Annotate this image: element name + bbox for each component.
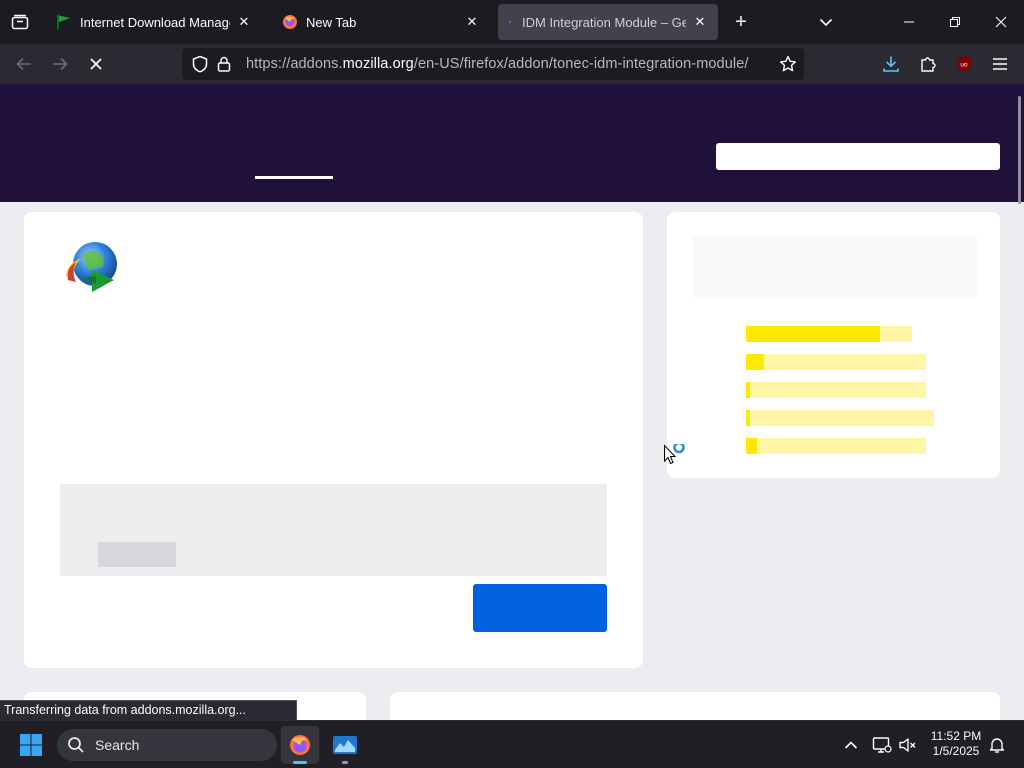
list-all-tabs-button[interactable] bbox=[812, 8, 840, 36]
rating-bar-fill bbox=[746, 438, 757, 454]
bell-icon bbox=[989, 738, 1005, 753]
extensions-button[interactable] bbox=[914, 50, 942, 78]
loading-dot-icon bbox=[508, 20, 512, 24]
clock-date: 1/5/2025 bbox=[932, 744, 980, 758]
idm-flag-icon bbox=[57, 15, 70, 29]
restore-icon bbox=[950, 17, 960, 27]
ublock-shield-icon: uo bbox=[957, 56, 971, 72]
taskbar-firefox[interactable] bbox=[281, 726, 319, 764]
minimize-icon bbox=[904, 21, 914, 23]
forward-button[interactable] bbox=[46, 50, 74, 78]
rating-summary-placeholder bbox=[693, 236, 977, 298]
puzzle-icon bbox=[921, 57, 936, 72]
idm-app-icon bbox=[333, 736, 357, 754]
description-placeholder bbox=[60, 484, 607, 576]
close-icon bbox=[995, 16, 1007, 28]
svg-text:uo: uo bbox=[960, 62, 968, 69]
new-tab-button[interactable]: + bbox=[728, 8, 754, 36]
url-path: /en-US/firefox/addon/tonec-idm-integrati… bbox=[413, 56, 749, 72]
minimize-button[interactable] bbox=[886, 0, 932, 44]
tab-idm-integration-module[interactable]: IDM Integration Module – Get t ✕ bbox=[498, 4, 718, 40]
search-label: Search bbox=[95, 737, 140, 753]
idm-addon-logo-icon bbox=[66, 242, 117, 292]
hamburger-menu-icon bbox=[993, 58, 1007, 70]
tab-title: IDM Integration Module – Get t bbox=[522, 14, 686, 30]
rating-bar-fill bbox=[746, 410, 750, 426]
firefox-view-icon bbox=[11, 14, 29, 30]
url-prefix: https://addons. bbox=[246, 56, 343, 72]
app-menu-button[interactable] bbox=[986, 50, 1014, 78]
network-button[interactable] bbox=[870, 733, 894, 757]
stop-loading-button[interactable] bbox=[82, 50, 110, 78]
web-page bbox=[0, 84, 1024, 720]
add-to-firefox-button[interactable] bbox=[473, 584, 607, 632]
network-icon bbox=[872, 737, 892, 753]
clock-time: 11:52 PM bbox=[930, 729, 982, 743]
ublock-origin-button[interactable]: uo bbox=[950, 50, 978, 78]
rating-bar-fill bbox=[746, 354, 764, 370]
start-button[interactable] bbox=[16, 731, 46, 759]
url-text[interactable]: https://addons.mozilla.org/en-US/firefox… bbox=[246, 56, 749, 72]
windows-taskbar: Search 11:52 PM 1/5/2025 bbox=[0, 720, 1024, 768]
amo-header bbox=[0, 84, 1024, 202]
url-domain: mozilla.org bbox=[342, 56, 414, 72]
active-nav-underline bbox=[255, 176, 333, 179]
downloads-button[interactable] bbox=[877, 50, 905, 78]
active-indicator bbox=[293, 761, 307, 764]
firefox-icon bbox=[283, 15, 297, 29]
tab-bar: Internet Download Manager is a ✕ New Tab… bbox=[0, 0, 1024, 44]
status-panel: Transferring data from addons.mozilla.or… bbox=[0, 700, 297, 720]
tab-idm[interactable]: Internet Download Manager is a ✕ bbox=[46, 4, 262, 40]
back-button[interactable] bbox=[10, 50, 38, 78]
tracking-protection-shield-icon[interactable] bbox=[190, 54, 210, 74]
taskbar-idm[interactable] bbox=[326, 726, 364, 764]
search-icon bbox=[68, 737, 84, 753]
rating-bar-track bbox=[746, 354, 926, 370]
text-placeholder bbox=[98, 542, 176, 567]
chevron-down-icon bbox=[819, 18, 833, 27]
bookmark-star-button[interactable] bbox=[776, 52, 800, 76]
close-window-button[interactable] bbox=[978, 0, 1024, 44]
ratings-card bbox=[667, 212, 1000, 478]
page-scrollbar-thumb[interactable] bbox=[1018, 96, 1021, 204]
chevron-up-icon bbox=[844, 741, 858, 749]
volume-button[interactable] bbox=[896, 733, 920, 757]
tab-title: Internet Download Manager is a bbox=[80, 14, 230, 30]
download-arrow-icon bbox=[883, 56, 899, 72]
close-tab-icon[interactable]: ✕ bbox=[692, 14, 708, 30]
arrow-left-icon bbox=[16, 57, 31, 71]
rating-bar-fill bbox=[746, 326, 880, 342]
restore-button[interactable] bbox=[932, 0, 978, 44]
running-indicator bbox=[342, 761, 348, 764]
url-bar[interactable]: https://addons.mozilla.org/en-US/firefox… bbox=[182, 48, 804, 80]
more-info-card bbox=[390, 692, 1000, 720]
padlock-icon[interactable] bbox=[214, 54, 234, 74]
plus-icon: + bbox=[735, 10, 747, 33]
rating-bar-track bbox=[746, 438, 926, 454]
system-clock[interactable]: 11:52 PM 1/5/2025 bbox=[922, 729, 990, 759]
firefox-icon bbox=[290, 735, 310, 755]
windows-logo-icon bbox=[20, 734, 42, 756]
show-hidden-icons-button[interactable] bbox=[839, 733, 863, 757]
close-tab-icon[interactable]: ✕ bbox=[236, 14, 252, 30]
volume-muted-icon bbox=[899, 738, 916, 752]
rating-bar-track bbox=[746, 326, 912, 342]
navigation-toolbar: https://addons.mozilla.org/en-US/firefox… bbox=[0, 44, 1024, 84]
firefox-view-button[interactable] bbox=[0, 0, 40, 44]
arrow-right-icon bbox=[53, 57, 68, 71]
busy-cursor-icon bbox=[664, 444, 685, 465]
tab-title: New Tab bbox=[306, 14, 357, 30]
rating-bar-track bbox=[746, 410, 934, 426]
close-tab-icon[interactable]: ✕ bbox=[464, 14, 480, 30]
notifications-button[interactable] bbox=[985, 733, 1009, 757]
star-icon bbox=[779, 55, 797, 72]
rating-bar-track bbox=[746, 382, 926, 398]
addon-info-card bbox=[24, 212, 643, 668]
tab-new-tab[interactable]: New Tab ✕ bbox=[272, 4, 490, 40]
taskbar-search-box[interactable]: Search bbox=[57, 729, 277, 761]
stop-x-icon bbox=[90, 58, 102, 70]
amo-search-input[interactable] bbox=[716, 143, 1000, 170]
rating-bar-fill bbox=[746, 382, 750, 398]
